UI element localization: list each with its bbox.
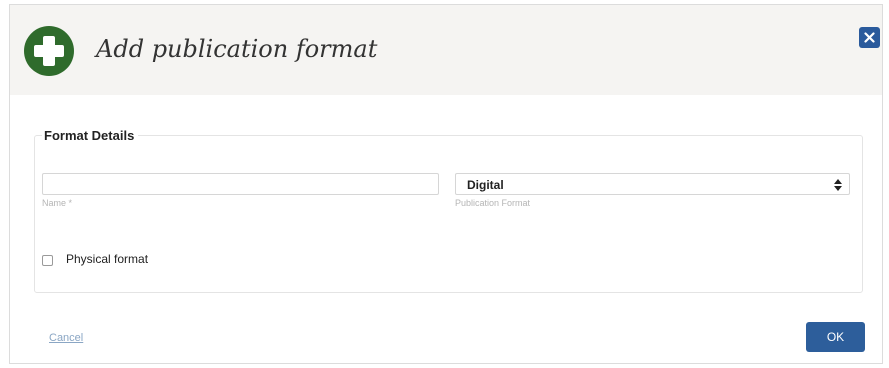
cancel-link[interactable]: Cancel xyxy=(49,332,83,344)
format-details-legend: Format Details xyxy=(42,128,139,143)
publication-format-select[interactable]: Digital xyxy=(455,173,850,195)
dialog-header: Add publication format xyxy=(10,5,882,95)
select-arrows-icon xyxy=(834,179,842,191)
ok-button[interactable]: OK xyxy=(806,322,865,352)
publication-format-selected-value: Digital xyxy=(467,178,504,192)
format-details-fieldset: Format Details Name * Digital Publicatio… xyxy=(34,128,863,293)
physical-format-checkbox[interactable] xyxy=(42,255,53,266)
publication-format-label: Publication Format xyxy=(455,198,531,208)
dialog-title: Add publication format xyxy=(96,35,378,63)
physical-format-label[interactable]: Physical format xyxy=(66,252,148,266)
name-input[interactable] xyxy=(42,173,439,195)
add-publication-format-dialog: Add publication format Format Details Na… xyxy=(9,4,883,364)
close-button[interactable] xyxy=(859,27,880,48)
close-icon xyxy=(864,32,875,43)
name-field-label: Name * xyxy=(42,198,73,208)
plus-circle-icon xyxy=(24,26,74,76)
